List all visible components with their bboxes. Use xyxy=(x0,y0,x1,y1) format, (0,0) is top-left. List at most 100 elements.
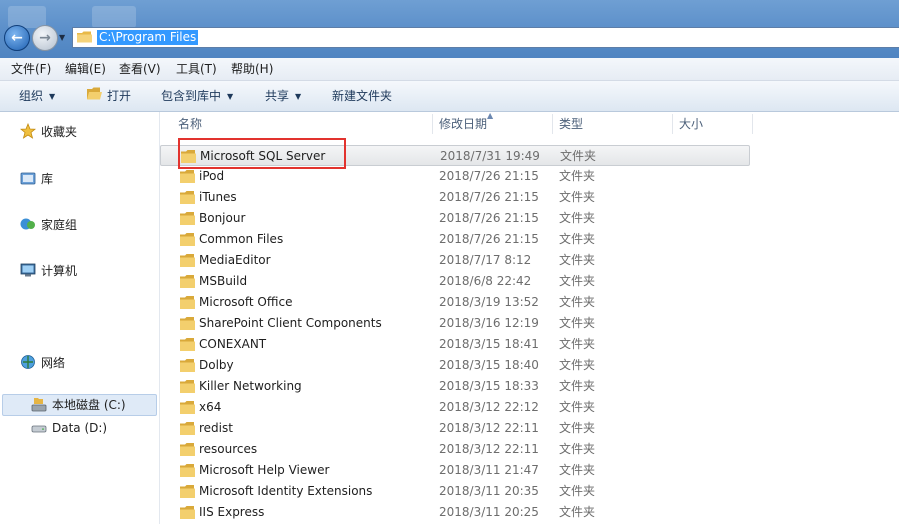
file-date-modified: 2018/7/31 19:49 xyxy=(440,149,540,163)
file-date-modified: 2018/3/12 22:11 xyxy=(439,421,539,435)
menu-tools[interactable]: 工具(T) xyxy=(176,61,217,77)
folder-icon xyxy=(180,296,195,309)
nav-data-disk-d[interactable]: Data (D:) xyxy=(52,419,107,437)
column-separator[interactable] xyxy=(552,114,553,134)
file-row[interactable]: MediaEditor 2018/7/17 8:12 文件夹 xyxy=(160,250,750,271)
column-header-name[interactable]: 名称 xyxy=(178,112,202,137)
file-row[interactable]: redist 2018/3/12 22:11 文件夹 xyxy=(160,418,750,439)
file-row[interactable]: resources 2018/3/12 22:11 文件夹 xyxy=(160,439,750,460)
file-row[interactable]: x64 2018/3/12 22:12 文件夹 xyxy=(160,397,750,418)
file-date-modified: 2018/3/15 18:33 xyxy=(439,379,539,393)
file-row[interactable]: Microsoft Identity Extensions 2018/3/11 2… xyxy=(160,481,750,502)
title-bar-ghost-icon xyxy=(92,6,136,28)
file-type: 文件夹 xyxy=(559,316,596,330)
homegroup-icon xyxy=(20,218,35,230)
file-type: 文件夹 xyxy=(559,442,596,456)
folder-icon xyxy=(180,422,195,435)
folder-icon xyxy=(77,31,92,43)
nav-local-disk-c[interactable]: 本地磁盘 (C:) xyxy=(52,396,126,414)
open-button[interactable]: 打开 xyxy=(107,88,131,104)
file-date-modified: 2018/3/16 12:19 xyxy=(439,316,539,330)
file-row[interactable]: MSBuild 2018/6/8 22:42 文件夹 xyxy=(160,271,750,292)
include-in-library-label: 包含到库中 xyxy=(161,89,222,103)
menu-view[interactable]: 查看(V) xyxy=(119,61,161,77)
file-row[interactable]: SharePoint Client Components 2018/3/16 12… xyxy=(160,313,750,334)
file-row[interactable]: CONEXANT 2018/3/15 18:41 文件夹 xyxy=(160,334,750,355)
command-bar: 组织 ▼ 打开 包含到库中 ▼ 共享 ▼ 新建文件夹 xyxy=(0,81,899,112)
file-type: 文件夹 xyxy=(559,463,596,477)
chevron-down-icon: ▼ xyxy=(295,92,302,101)
file-row[interactable]: Bonjour 2018/7/26 21:15 文件夹 xyxy=(160,208,750,229)
nav-favorites[interactable]: 收藏夹 xyxy=(41,123,77,141)
local-disk-icon xyxy=(31,398,47,412)
file-name: SharePoint Client Components xyxy=(199,316,382,330)
folder-icon xyxy=(180,317,195,330)
file-type: 文件夹 xyxy=(559,337,596,351)
library-icon xyxy=(20,172,36,185)
file-row[interactable]: Dolby 2018/3/15 18:40 文件夹 xyxy=(160,355,750,376)
file-row[interactable]: IIS Express 2018/3/11 20:25 文件夹 xyxy=(160,502,750,523)
share-label: 共享 xyxy=(265,89,290,103)
new-folder-button[interactable]: 新建文件夹 xyxy=(332,88,392,104)
navigation-pane: 收藏夹 库 家庭组 计算机 本地磁盘 (C:) Data (D:) 网络 xyxy=(0,112,160,524)
folder-icon xyxy=(180,380,195,393)
file-date-modified: 2018/3/11 21:47 xyxy=(439,463,539,477)
file-type: 文件夹 xyxy=(559,274,596,288)
file-name: MSBuild xyxy=(199,274,248,288)
folder-icon xyxy=(180,170,195,183)
file-type: 文件夹 xyxy=(559,232,596,246)
address-path[interactable]: C:\Program Files xyxy=(97,30,199,45)
recent-pages-dropdown[interactable]: ▼ xyxy=(59,33,65,42)
menu-help[interactable]: 帮助(H) xyxy=(231,61,273,77)
menu-edit[interactable]: 编辑(E) xyxy=(65,61,106,77)
computer-icon xyxy=(20,263,36,277)
file-date-modified: 2018/7/17 8:12 xyxy=(439,253,532,267)
column-header-date[interactable]: 修改日期 xyxy=(439,112,487,137)
file-row[interactable]: Common Files 2018/7/26 21:15 文件夹 xyxy=(160,229,750,250)
file-list: 名称 ▲ 修改日期 类型 大小 Microsoft SQL Server 2018… xyxy=(160,111,899,524)
menu-file[interactable]: 文件(F) xyxy=(11,61,51,77)
file-row[interactable]: Killer Networking 2018/3/15 18:33 文件夹 xyxy=(160,376,750,397)
file-name: IIS Express xyxy=(199,505,265,519)
organize-button[interactable]: 组织 ▼ xyxy=(19,88,55,104)
file-row[interactable]: Microsoft Office 2018/3/19 13:52 文件夹 xyxy=(160,292,750,313)
file-type: 文件夹 xyxy=(559,421,596,435)
folder-icon xyxy=(180,254,195,267)
file-type: 文件夹 xyxy=(559,484,596,498)
file-row[interactable]: Microsoft Help Viewer 2018/3/11 21:47 文件夹 xyxy=(160,460,750,481)
file-type: 文件夹 xyxy=(559,379,596,393)
file-name: Common Files xyxy=(199,232,284,246)
column-header-size[interactable]: 大小 xyxy=(679,112,703,137)
file-type: 文件夹 xyxy=(559,190,596,204)
share-button[interactable]: 共享 ▼ xyxy=(265,88,301,104)
nav-libraries[interactable]: 库 xyxy=(41,170,53,188)
column-separator[interactable] xyxy=(432,114,433,134)
menu-bar: 文件(F) 编辑(E) 查看(V) 工具(T) 帮助(H) xyxy=(0,58,899,81)
back-button[interactable]: ← xyxy=(4,25,30,51)
folder-icon xyxy=(180,443,195,456)
folder-icon xyxy=(180,191,195,204)
forward-button[interactable]: → xyxy=(32,25,58,51)
file-date-modified: 2018/7/26 21:15 xyxy=(439,169,539,183)
drive-icon xyxy=(31,425,47,433)
file-date-modified: 2018/3/15 18:41 xyxy=(439,337,539,351)
nav-homegroup[interactable]: 家庭组 xyxy=(41,216,77,234)
forward-arrow-icon: → xyxy=(39,30,51,46)
column-separator[interactable] xyxy=(752,114,753,134)
file-name: Killer Networking xyxy=(199,379,302,393)
file-type: 文件夹 xyxy=(559,400,596,414)
file-date-modified: 2018/3/19 13:52 xyxy=(439,295,539,309)
nav-network[interactable]: 网络 xyxy=(41,354,65,372)
file-row[interactable]: iPod 2018/7/26 21:15 文件夹 xyxy=(160,166,750,187)
file-name: Microsoft Help Viewer xyxy=(199,463,330,477)
nav-computer[interactable]: 计算机 xyxy=(41,262,77,280)
column-separator[interactable] xyxy=(672,114,673,134)
file-name: CONEXANT xyxy=(199,337,267,351)
address-bar[interactable]: C:\Program Files xyxy=(72,27,899,48)
column-header-type[interactable]: 类型 xyxy=(559,112,583,137)
folder-icon xyxy=(180,464,195,477)
file-row[interactable]: iTunes 2018/7/26 21:15 文件夹 xyxy=(160,187,750,208)
include-in-library-button[interactable]: 包含到库中 ▼ xyxy=(161,88,233,104)
file-date-modified: 2018/7/26 21:15 xyxy=(439,232,539,246)
folder-icon xyxy=(180,401,195,414)
